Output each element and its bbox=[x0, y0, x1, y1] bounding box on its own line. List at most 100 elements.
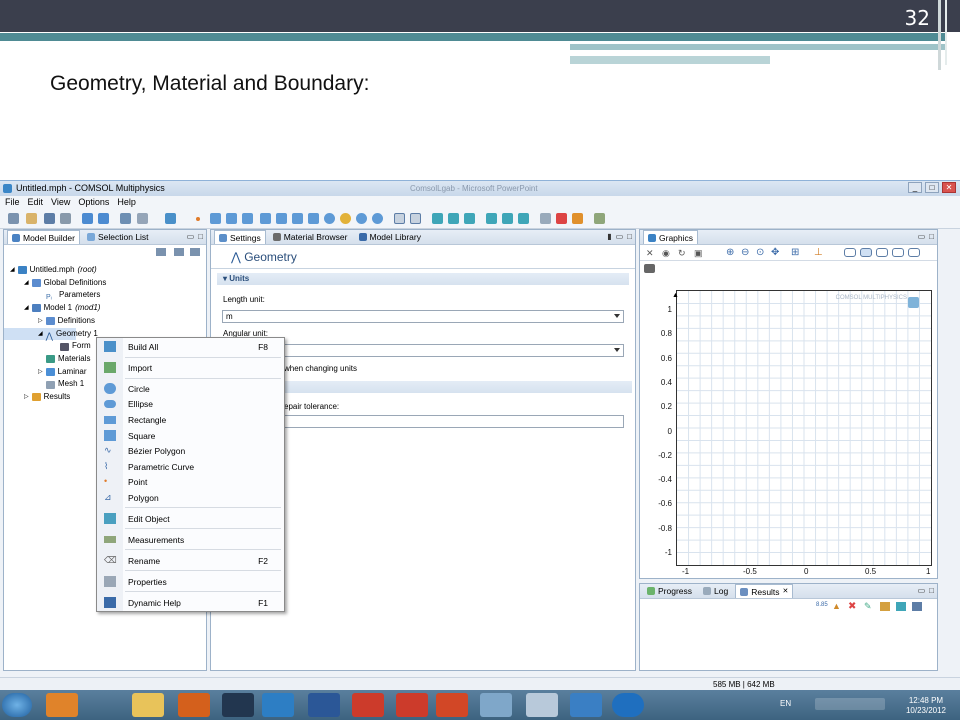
point-tool-icon[interactable] bbox=[196, 217, 200, 221]
export-icon[interactable] bbox=[880, 602, 890, 611]
camera-icon[interactable] bbox=[644, 264, 655, 273]
minimize-pane-icon[interactable]: ▭ bbox=[918, 586, 926, 595]
menu-item-square[interactable]: Square bbox=[97, 428, 284, 443]
collapse-icon[interactable] bbox=[174, 248, 184, 256]
start-button-icon[interactable] bbox=[2, 693, 32, 717]
rect-center-icon[interactable] bbox=[292, 213, 303, 224]
menu-item-rename[interactable]: ⌫ Rename F2 bbox=[97, 553, 284, 568]
close-tab-icon[interactable]: ✕ bbox=[783, 585, 789, 599]
chrome-icon[interactable] bbox=[396, 693, 428, 717]
minimize-pane-icon[interactable]: ▭ bbox=[616, 232, 624, 241]
new-icon[interactable] bbox=[8, 213, 19, 224]
convert-icon[interactable] bbox=[572, 213, 583, 224]
powerpoint-icon[interactable] bbox=[436, 693, 468, 717]
select-domain-icon[interactable] bbox=[860, 248, 872, 257]
menu-item-measurements[interactable]: Measurements bbox=[97, 532, 284, 547]
menu-item-ellipse[interactable]: Ellipse bbox=[97, 396, 284, 411]
select-point-icon[interactable] bbox=[908, 248, 920, 257]
tree-item-root[interactable]: ◢ Untitled.mph (root) bbox=[4, 264, 206, 277]
line-tool-icon[interactable] bbox=[210, 213, 221, 224]
zoom-in-icon[interactable]: ⊕ bbox=[726, 247, 734, 258]
rectangle-tool-icon[interactable] bbox=[276, 213, 287, 224]
menu-item-circle[interactable]: Circle bbox=[97, 381, 284, 396]
tree-item-global-definitions[interactable]: ◢ Global Definitions bbox=[4, 277, 206, 290]
minimize-button[interactable]: _ bbox=[908, 182, 922, 193]
app-icon[interactable] bbox=[570, 693, 602, 717]
print-icon[interactable] bbox=[60, 213, 71, 224]
maximize-button[interactable]: □ bbox=[925, 182, 939, 193]
minimize-pane-icon[interactable]: ▭ bbox=[918, 232, 926, 241]
maximize-pane-icon[interactable]: □ bbox=[929, 232, 934, 241]
maximize-pane-icon[interactable]: □ bbox=[198, 232, 203, 241]
chrome-icon[interactable] bbox=[352, 693, 384, 717]
close-button[interactable]: ✕ bbox=[942, 182, 956, 193]
save-icon[interactable] bbox=[44, 213, 55, 224]
union-icon[interactable] bbox=[432, 213, 443, 224]
units-section-header[interactable]: ▾ Units bbox=[217, 273, 629, 285]
hide-icon[interactable]: ✕ bbox=[646, 248, 654, 259]
tab-graphics[interactable]: Graphics bbox=[643, 230, 699, 244]
tab-progress[interactable]: Progress bbox=[643, 584, 696, 598]
tab-model-library[interactable]: Model Library bbox=[355, 230, 426, 244]
menu-file[interactable]: File bbox=[5, 196, 20, 209]
office-icon[interactable] bbox=[46, 693, 78, 717]
select-edge-icon[interactable] bbox=[892, 248, 904, 257]
copy-table-icon[interactable] bbox=[896, 602, 906, 611]
square-tool-icon[interactable] bbox=[260, 213, 271, 224]
language-indicator[interactable]: EN bbox=[780, 699, 791, 708]
select-box-icon[interactable] bbox=[844, 248, 856, 257]
draw-mode-icon[interactable] bbox=[410, 213, 421, 224]
tab-model-builder[interactable]: Model Builder bbox=[7, 230, 80, 244]
show-icon[interactable] bbox=[156, 248, 166, 256]
menu-item-bezier-polygon[interactable]: ∿ Bézier Polygon bbox=[97, 443, 284, 458]
paint-icon[interactable] bbox=[480, 693, 512, 717]
eye-icon[interactable]: ◉ bbox=[662, 248, 670, 259]
axis-icon[interactable]: ⊥ bbox=[814, 247, 823, 258]
precision-icon[interactable]: 8.85 bbox=[816, 602, 828, 608]
difference-icon[interactable] bbox=[464, 213, 475, 224]
copy-icon[interactable] bbox=[502, 213, 513, 224]
select-mode-icon[interactable] bbox=[394, 213, 405, 224]
delete-icon[interactable] bbox=[556, 213, 567, 224]
zoom-box-icon[interactable]: ⊙ bbox=[756, 247, 764, 258]
curve-tool-icon[interactable] bbox=[226, 213, 237, 224]
maximize-pane-icon[interactable]: □ bbox=[929, 586, 934, 595]
undo-icon[interactable] bbox=[82, 213, 93, 224]
zoom-extents-icon[interactable]: ⊞ bbox=[791, 247, 799, 258]
tree-item-geometry[interactable]: ◢ ⋀ Geometry 1 bbox=[4, 327, 98, 341]
menu-help[interactable]: Help bbox=[117, 196, 136, 209]
reset-icon[interactable]: ↻ bbox=[678, 248, 686, 259]
menu-item-rectangle[interactable]: Rectangle bbox=[97, 412, 284, 427]
polygon-tool-icon[interactable] bbox=[242, 213, 253, 224]
maximize-pane-icon[interactable]: □ bbox=[627, 232, 632, 241]
menu-item-properties[interactable]: Properties bbox=[97, 574, 284, 589]
screenshot-icon[interactable] bbox=[137, 213, 148, 224]
menu-item-edit-object[interactable]: Edit Object bbox=[97, 511, 284, 526]
circle-tool-icon[interactable] bbox=[324, 213, 335, 224]
minimize-pane-icon[interactable]: ▭ bbox=[187, 232, 195, 241]
expand-icon[interactable] bbox=[190, 248, 200, 256]
menu-item-polygon[interactable]: ⊿ Polygon bbox=[97, 490, 284, 505]
ellipse-alt-icon[interactable] bbox=[372, 213, 383, 224]
table-icon[interactable] bbox=[912, 602, 922, 611]
menu-item-import[interactable]: Import bbox=[97, 360, 284, 375]
media-player-icon[interactable] bbox=[178, 693, 210, 717]
tab-log[interactable]: Log bbox=[699, 584, 732, 598]
move-icon[interactable] bbox=[518, 213, 529, 224]
select-boundary-icon[interactable] bbox=[876, 248, 888, 257]
tray-icons[interactable] bbox=[815, 698, 885, 710]
length-unit-select[interactable]: m bbox=[222, 310, 624, 323]
word-icon[interactable] bbox=[308, 693, 340, 717]
ellipse-tool-icon[interactable] bbox=[308, 213, 319, 224]
explorer-icon[interactable] bbox=[132, 693, 164, 717]
open-icon[interactable] bbox=[26, 213, 37, 224]
view-icon[interactable]: ▣ bbox=[694, 248, 703, 259]
graphics-canvas[interactable]: COMSOL MULTIPHYSICS bbox=[676, 290, 932, 566]
build-icon[interactable] bbox=[165, 213, 176, 224]
menu-item-parametric-curve[interactable]: ⌇ Parametric Curve bbox=[97, 459, 284, 474]
compose-icon[interactable] bbox=[486, 213, 497, 224]
build-pane-icon[interactable]: ▮ bbox=[607, 232, 611, 241]
ie-icon[interactable] bbox=[262, 693, 294, 717]
menu-edit[interactable]: Edit bbox=[28, 196, 44, 209]
redo-icon[interactable] bbox=[98, 213, 109, 224]
